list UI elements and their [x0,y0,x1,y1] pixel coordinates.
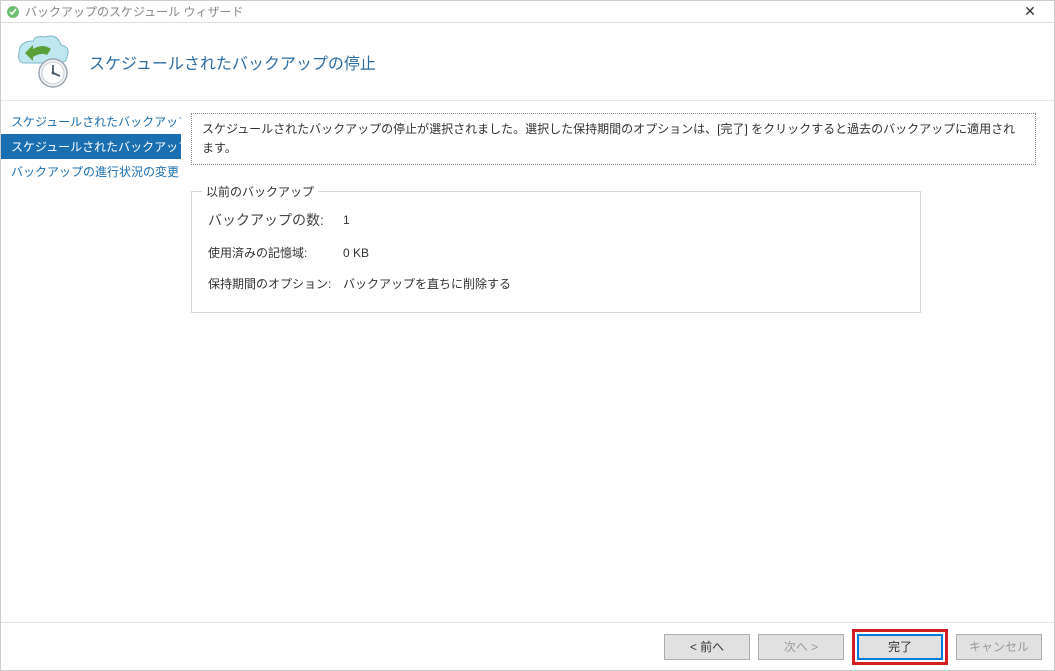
row-retention: 保持期間のオプション: バックアップを直ちに削除する [208,275,904,292]
finish-highlight: 完了 [852,629,948,665]
value-retention: バックアップを直ちに削除する [343,275,511,292]
label-retention: 保持期間のオプション: [208,275,343,292]
close-icon[interactable]: ✕ [1010,2,1050,22]
sidebar-item-stop[interactable]: スケジュールされたバックアップの停 [1,134,181,159]
prev-button[interactable]: < 前へ [664,634,750,660]
wizard-footer: < 前へ 次へ > 完了 キャンセル [1,622,1054,670]
wizard-header: スケジュールされたバックアップの停止 [1,23,1054,101]
value-storage-used: 0 KB [343,246,369,260]
label-storage-used: 使用済みの記憶域: [208,244,343,261]
groupbox-title: 以前のバックアップ [202,183,318,200]
row-backup-count: バックアップの数: 1 [208,210,904,230]
label-backup-count: バックアップの数: [208,210,343,230]
sidebar-item-progress[interactable]: バックアップの進行状況の変更 [1,159,181,184]
sidebar-item-modify[interactable]: スケジュールされたバックアップを変... [1,109,181,134]
info-message: スケジュールされたバックアップの停止が選択されました。選択した保持期間のオプショ… [191,113,1036,165]
wizard-sidebar: スケジュールされたバックアップを変... スケジュールされたバックアップの停 バ… [1,101,181,622]
wizard-icon [13,33,71,91]
next-button: 次へ > [758,634,844,660]
page-title: スケジュールされたバックアップの停止 [89,50,376,74]
finish-button[interactable]: 完了 [857,634,943,660]
cancel-button: キャンセル [956,634,1042,660]
window-title: バックアップのスケジュール ウィザード [25,3,1010,20]
app-icon [5,4,21,20]
wizard-main: スケジュールされたバックアップの停止が選択されました。選択した保持期間のオプショ… [181,101,1054,622]
row-storage-used: 使用済みの記憶域: 0 KB [208,244,904,261]
wizard-body: スケジュールされたバックアップを変... スケジュールされたバックアップの停 バ… [1,101,1054,622]
previous-backups-groupbox: 以前のバックアップ バックアップの数: 1 使用済みの記憶域: 0 KB 保持期… [191,191,921,313]
titlebar: バックアップのスケジュール ウィザード ✕ [1,1,1054,23]
value-backup-count: 1 [343,213,350,227]
